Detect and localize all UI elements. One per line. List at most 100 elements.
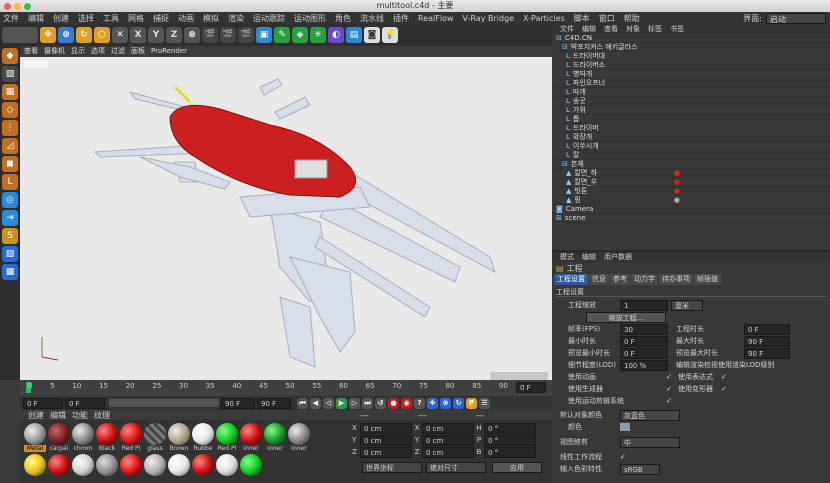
tab-key-interpolation[interactable]: 帧插值 bbox=[694, 274, 721, 285]
viewport-menu-filter[interactable]: 过滤 bbox=[111, 46, 125, 56]
transform-tool-icon[interactable]: ✕ bbox=[112, 27, 128, 43]
check-icon[interactable]: ✓ bbox=[666, 385, 674, 393]
pen-spline-icon[interactable]: ✎ bbox=[274, 27, 290, 43]
menu-render[interactable]: 渲染 bbox=[228, 13, 244, 24]
move-tool-icon[interactable]: ✥ bbox=[40, 27, 56, 43]
menu-file[interactable]: 文件 bbox=[3, 13, 19, 24]
tab-info[interactable]: 信息 bbox=[589, 274, 609, 285]
menu-window[interactable]: 窗口 bbox=[599, 13, 615, 24]
position-y-field[interactable]: 0 cm bbox=[360, 434, 412, 446]
tab-dynamics[interactable]: 动力学 bbox=[631, 274, 658, 285]
material-swatch[interactable]: Rubbe bbox=[192, 423, 214, 452]
material-ball-icon[interactable] bbox=[192, 454, 214, 476]
menu-create[interactable]: 创建 bbox=[53, 13, 69, 24]
step-forward-icon[interactable]: ▷ bbox=[349, 397, 360, 409]
object-row[interactable]: ⊞ scene bbox=[556, 214, 830, 223]
material-swatch[interactable]: Red Pl bbox=[120, 423, 142, 452]
viewport-menu-display[interactable]: 显示 bbox=[71, 46, 85, 56]
check-icon[interactable]: ✓ bbox=[666, 373, 674, 381]
3d-viewport[interactable] bbox=[20, 57, 552, 380]
object-row[interactable]: ▲ 빗톤 ● bbox=[556, 187, 830, 196]
rotation-b-field[interactable]: 0 ° bbox=[484, 446, 536, 458]
material-swatch[interactable]: glass bbox=[144, 423, 166, 452]
project-time-field[interactable]: 0 F bbox=[744, 323, 790, 335]
material-ball-icon[interactable] bbox=[120, 454, 142, 476]
snap-icon[interactable]: S bbox=[2, 228, 18, 244]
rotation-h-field[interactable]: 0 ° bbox=[484, 422, 536, 434]
start-frame-field[interactable]: 0 F bbox=[23, 397, 63, 409]
camera-icon[interactable]: ◙ bbox=[364, 27, 380, 43]
object-row[interactable]: L 송곳 bbox=[556, 97, 830, 106]
live-select-icon[interactable]: ⬡ bbox=[94, 27, 110, 43]
position-x-field[interactable]: 0 cm bbox=[360, 422, 412, 434]
array-icon[interactable]: ✳ bbox=[310, 27, 326, 43]
object-row[interactable]: L칼 bbox=[556, 151, 830, 160]
material-swatch[interactable]: carpai bbox=[48, 423, 70, 452]
polygons-mode-icon[interactable]: ◼ bbox=[2, 156, 18, 172]
undo-redo-icon[interactable] bbox=[2, 27, 38, 43]
size-x-field[interactable]: 0 cm bbox=[422, 422, 474, 434]
preview-max-field[interactable]: 90 F bbox=[744, 347, 790, 359]
frame-range-slider[interactable] bbox=[109, 399, 219, 407]
autokey-icon[interactable]: ◉ bbox=[401, 397, 412, 409]
objects-menu-file[interactable]: 文件 bbox=[560, 24, 574, 34]
edges-mode-icon[interactable]: ◿ bbox=[2, 138, 18, 154]
menu-realflow[interactable]: RealFlow bbox=[418, 14, 454, 23]
material-swatch[interactable]: Metal bbox=[24, 423, 46, 452]
menu-motion-tracking[interactable]: 运动跟踪 bbox=[253, 13, 285, 24]
viewport-menu-cameras[interactable]: 摄像机 bbox=[44, 46, 65, 56]
coordinate-system-icon[interactable]: ⊗ bbox=[184, 27, 200, 43]
z-axis-lock-button[interactable]: Z bbox=[166, 27, 182, 43]
record-icon[interactable]: ● bbox=[388, 397, 399, 409]
minimize-window-button[interactable] bbox=[14, 3, 21, 10]
object-row[interactable]: L 파인오프너 bbox=[556, 79, 830, 88]
view-clip-select[interactable]: 中 bbox=[620, 436, 680, 448]
key-position-icon[interactable]: ✥ bbox=[427, 397, 438, 409]
step-back-icon[interactable]: ◁ bbox=[323, 397, 334, 409]
default-color-select[interactable]: 灰蓝色 bbox=[620, 409, 680, 421]
material-ball-icon[interactable] bbox=[216, 454, 238, 476]
check-icon[interactable]: ✓ bbox=[721, 385, 727, 393]
loop-icon[interactable]: ↺ bbox=[375, 397, 386, 409]
object-row[interactable]: L 가위 bbox=[556, 106, 830, 115]
workplane-icon[interactable]: ▨ bbox=[2, 246, 18, 262]
close-window-button[interactable] bbox=[4, 3, 11, 10]
deformer-icon[interactable]: ◐ bbox=[328, 27, 344, 43]
attr-menu-edit[interactable]: 编辑 bbox=[582, 252, 596, 262]
tab-reference[interactable]: 参考 bbox=[610, 274, 630, 285]
attr-menu-userdata[interactable]: 用户数据 bbox=[604, 252, 632, 262]
check-icon[interactable]: ✓ bbox=[721, 373, 727, 381]
object-row[interactable]: ◙ Camera bbox=[556, 205, 830, 214]
fps-field[interactable]: 30 bbox=[620, 323, 668, 335]
material-swatch[interactable]: chrom bbox=[72, 423, 94, 452]
viewport-menu-prorender[interactable]: ProRender bbox=[151, 47, 187, 55]
attr-menu-mode[interactable]: 模式 bbox=[560, 252, 574, 262]
object-row[interactable]: L 이쑤시개 bbox=[556, 142, 830, 151]
material-ball-icon[interactable] bbox=[144, 454, 166, 476]
coord-scale-select[interactable]: 绝对尺寸 bbox=[426, 461, 486, 473]
object-row[interactable]: L 드라이버소 bbox=[556, 61, 830, 70]
tweak-mode-icon[interactable]: ◎ bbox=[2, 192, 18, 208]
go-to-start-icon[interactable]: ⏮ bbox=[297, 397, 308, 409]
material-menu-edit[interactable]: 编辑 bbox=[50, 410, 66, 421]
rotate-tool-icon[interactable]: ↻ bbox=[76, 27, 92, 43]
render-settings-icon[interactable]: 🎬 bbox=[238, 27, 254, 43]
menu-mograph[interactable]: 运动图形 bbox=[294, 13, 326, 24]
prev-key-icon[interactable]: ◀ bbox=[310, 397, 321, 409]
material-ball-icon[interactable] bbox=[24, 454, 46, 476]
workplane-mode-icon[interactable]: ◇ bbox=[2, 102, 18, 118]
material-tag-icon[interactable]: ● bbox=[674, 178, 680, 186]
y-axis-lock-button[interactable]: Y bbox=[148, 27, 164, 43]
interface-select[interactable]: 启动 bbox=[766, 12, 826, 24]
material-swatch[interactable]: inner bbox=[288, 423, 310, 452]
scale-unit-select[interactable]: 厘米 bbox=[671, 299, 703, 311]
objects-menu-object[interactable]: 对象 bbox=[626, 24, 640, 34]
play-icon[interactable]: ▶ bbox=[336, 397, 347, 409]
preview-min-field[interactable]: 0 F bbox=[620, 347, 668, 359]
viewport-menu-view[interactable]: 查看 bbox=[24, 46, 38, 56]
input-color-select[interactable]: sRGB bbox=[620, 463, 660, 475]
lod-field[interactable]: 100 % bbox=[620, 359, 668, 371]
objects-menu-tags[interactable]: 标签 bbox=[648, 24, 662, 34]
size-y-field[interactable]: 0 cm bbox=[422, 434, 474, 446]
render-picture-viewer-icon[interactable]: 🎬 bbox=[220, 27, 236, 43]
